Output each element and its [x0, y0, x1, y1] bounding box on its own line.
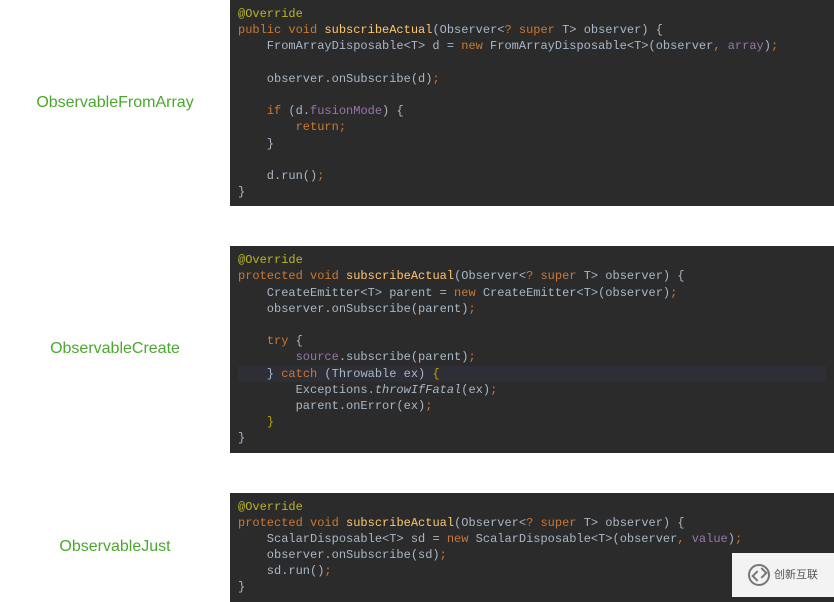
- block-observable-just: ObservableJust @Override protected void …: [0, 493, 834, 602]
- watermark-text: 创新互联: [774, 570, 818, 581]
- code-observable-create: @Override protected void subscribeActual…: [230, 246, 834, 452]
- code-observable-from-array: @Override public void subscribeActual(Ob…: [230, 0, 834, 206]
- code-text-0: @Override public void subscribeActual(Ob…: [238, 6, 826, 200]
- code-text-1: @Override protected void subscribeActual…: [238, 252, 826, 446]
- content-container: ObservableFromArray @Override public voi…: [0, 0, 834, 602]
- block-observable-create: ObservableCreate @Override protected voi…: [0, 246, 834, 452]
- block-observable-from-array: ObservableFromArray @Override public voi…: [0, 0, 834, 206]
- label-observable-just: ObservableJust: [0, 538, 230, 556]
- watermark: 创新互联: [732, 553, 834, 597]
- label-observable-create: ObservableCreate: [0, 340, 230, 358]
- watermark-logo-icon: [748, 564, 770, 586]
- label-observable-from-array: ObservableFromArray: [0, 94, 230, 112]
